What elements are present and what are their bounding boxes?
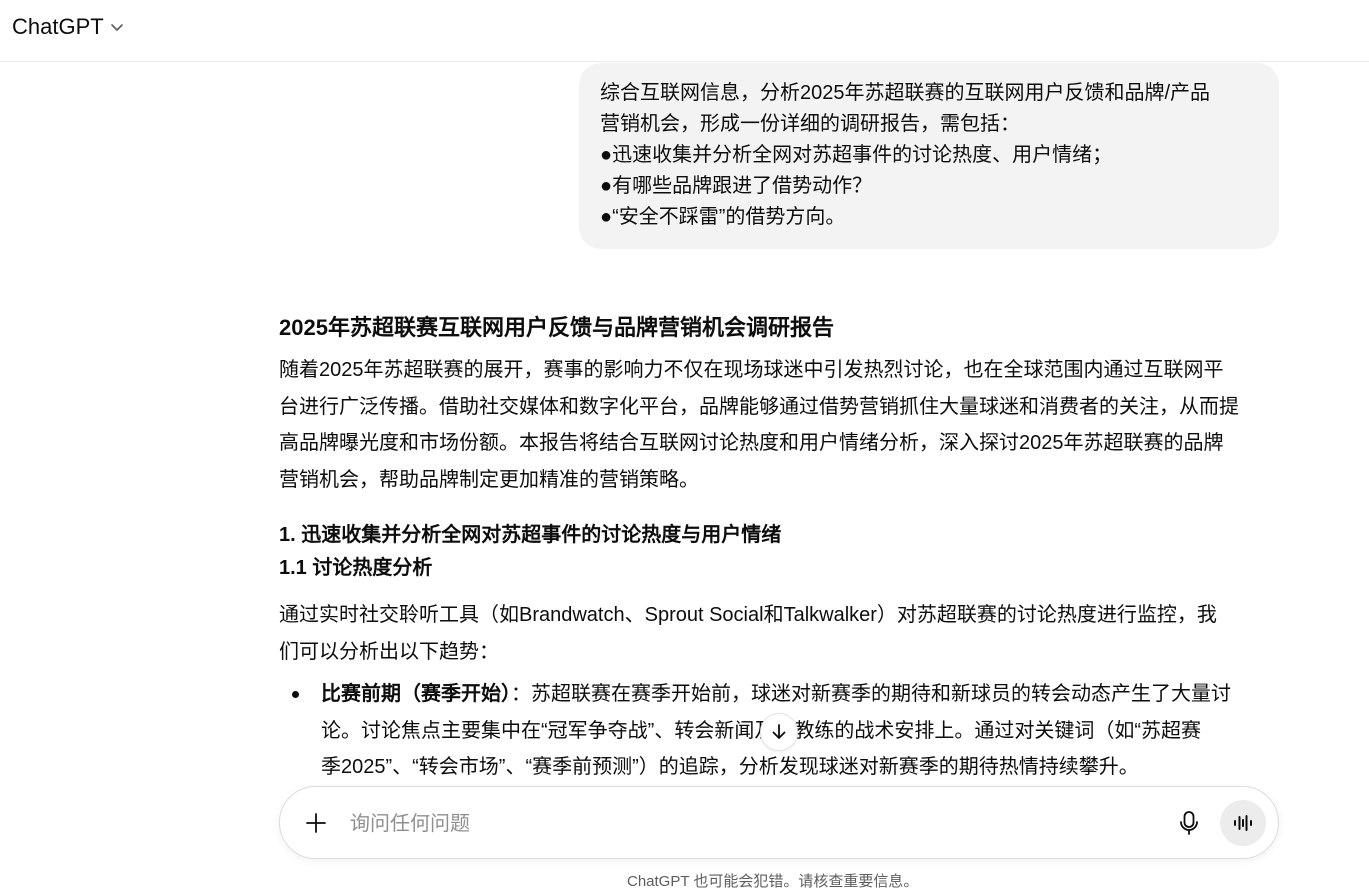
user-message-line: ●迅速收集并分析全网对苏超事件的讨论热度、用户情绪；: [600, 144, 1113, 166]
user-message-line: 综合互联网信息，分析2025年苏超联赛的互联网用户反馈和品牌/产品: [600, 82, 1211, 104]
plus-icon[interactable]: [304, 811, 328, 835]
bullet-label: 比赛前期（赛季开始）: [321, 683, 511, 705]
microphone-icon[interactable]: [1176, 809, 1202, 837]
model-name: ChatGPT: [12, 14, 104, 39]
body-line: 们可以分析出以下趋势：: [279, 640, 499, 663]
bullet-line: 比赛前期（赛季开始）：苏超联赛在赛季开始前，球迷对新赛季的期待和新球员的转会动态…: [321, 676, 1231, 713]
bullet-line: 季2025”、“转会市场”、“赛季前预测”）的追踪，分析发现球迷对新赛季的期待热…: [321, 756, 1139, 778]
model-switcher[interactable]: ChatGPT: [12, 14, 124, 40]
composer: [279, 786, 1279, 859]
voice-mode-button[interactable]: [1220, 800, 1266, 846]
chevron-down-icon: [110, 24, 123, 31]
voice-mode-icon: [1234, 815, 1252, 831]
bullet-dot: [292, 691, 299, 698]
user-message-line: ●“安全不踩雷”的借势方向。: [600, 206, 846, 228]
intro-line: 台进行广泛传播。借助社交媒体和数字化平台，品牌能够通过借势营销抓住大量球迷和消费…: [279, 395, 1239, 418]
top-bar: ChatGPT: [0, 0, 1369, 62]
section-heading: 1. 迅速收集并分析全网对苏超事件的讨论热度与用户情绪: [279, 524, 782, 546]
subsection-heading: 1.1 讨论热度分析: [279, 557, 433, 579]
user-message-bubble: 综合互联网信息，分析2025年苏超联赛的互联网用户反馈和品牌/产品 营销机会，形…: [579, 63, 1279, 249]
scroll-to-bottom-button[interactable]: [760, 713, 798, 751]
intro-line: 随着2025年苏超联赛的展开，赛事的影响力不仅在现场球迷中引发热烈讨论，也在全球…: [279, 359, 1224, 381]
bullet-text: ：苏超联赛在赛季开始前，球迷对新赛季的期待和新球员的转会动态产生了大量讨: [511, 683, 1231, 705]
disclaimer: ChatGPT 也可能会犯错。请核查重要信息。: [627, 873, 919, 890]
body-line: 通过实时社交聆听工具（如Brandwatch、Sprout Social和Tal…: [279, 604, 1217, 626]
arrow-down-icon: [772, 724, 786, 739]
intro-line: 营销机会，帮助品牌制定更加精准的营销策略。: [279, 468, 699, 491]
user-message-line: ●有哪些品牌跟进了借势动作？: [600, 175, 873, 197]
report-title: 2025年苏超联赛互联网用户反馈与品牌营销机会调研报告: [279, 315, 834, 340]
prompt-input[interactable]: [348, 805, 1112, 843]
intro-line: 高品牌曝光度和市场份额。本报告将结合互联网讨论热度和用户情绪分析，深入探讨202…: [279, 432, 1224, 454]
user-message-line: 营销机会，形成一份详细的调研报告，需包括：: [600, 113, 1020, 135]
